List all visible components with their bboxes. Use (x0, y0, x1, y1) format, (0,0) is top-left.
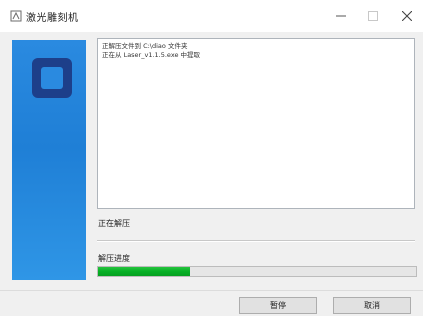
app-icon (10, 10, 22, 22)
close-icon (402, 11, 412, 21)
progress-bar (97, 266, 417, 277)
progress-fill (98, 267, 191, 276)
installer-logo-icon (32, 58, 72, 98)
maximize-icon (368, 11, 378, 21)
pause-button[interactable]: 暂停 (239, 297, 317, 314)
maximize-button[interactable] (356, 4, 390, 28)
minimize-icon (336, 15, 346, 17)
footer-divider (0, 290, 423, 291)
installer-window: 激光雕刻机 正解压文件到 C:\diao 文件夹 正在从 Laser_v1.1.… (0, 0, 423, 316)
close-button[interactable] (390, 4, 423, 28)
cancel-button[interactable]: 取消 (333, 297, 411, 314)
log-line: 正在从 Laser_v1.1.5.exe 中提取 (102, 51, 201, 59)
minimize-button[interactable] (324, 4, 358, 28)
status-label: 正在解压 (98, 219, 130, 228)
title-bar: 激光雕刻机 (0, 0, 423, 32)
extraction-log[interactable]: 正解压文件到 C:\diao 文件夹 正在从 Laser_v1.1.5.exe … (97, 38, 415, 209)
window-title: 激光雕刻机 (26, 13, 79, 24)
side-banner (12, 40, 86, 280)
log-line: 正解压文件到 C:\diao 文件夹 (102, 42, 188, 50)
progress-label: 解压进度 (98, 254, 130, 263)
divider (97, 240, 415, 242)
